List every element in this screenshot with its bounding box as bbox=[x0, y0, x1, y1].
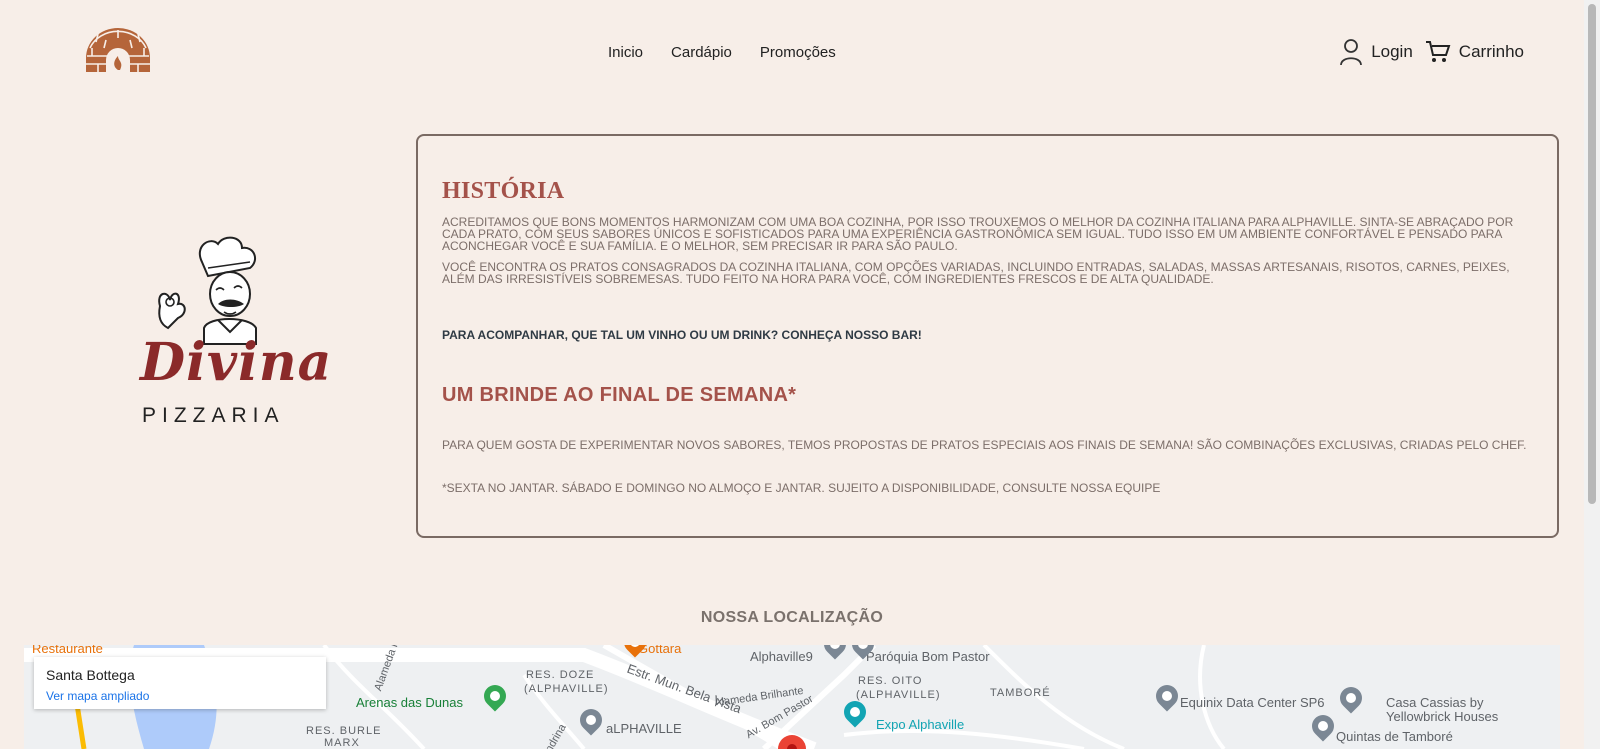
embedded-map[interactable]: Santa Bottega Ver mapa ampliado Restaura… bbox=[24, 645, 1560, 749]
weekend-paragraph: PARA QUEM GOSTA DE EXPERIMENTAR NOVOS SA… bbox=[442, 438, 1527, 452]
story-card: HISTÓRIA ACREDITAMOS QUE BONS MOMENTOS H… bbox=[416, 134, 1559, 538]
brand-logo: Divina PIZZARIA bbox=[138, 232, 331, 432]
map-label-casa-cassias-2: Yellowbrick Houses bbox=[1386, 709, 1499, 724]
login-label: Login bbox=[1371, 42, 1413, 61]
story-title: HISTÓRIA bbox=[442, 178, 565, 204]
story-paragraph-1: ACREDITAMOS QUE BONS MOMENTOS HARMONIZAM… bbox=[442, 215, 1514, 253]
brand-subtitle: PIZZARIA bbox=[142, 404, 285, 427]
cart-button[interactable]: Carrinho bbox=[1425, 40, 1524, 64]
map-label-tambore: TAMBORÉ bbox=[990, 687, 1051, 699]
nav-promocoes[interactable]: Promoções bbox=[760, 44, 836, 61]
map-label-restaurante: Restaurante bbox=[32, 645, 103, 656]
login-button[interactable]: Login bbox=[1339, 38, 1413, 66]
nav-inicio[interactable]: Inicio bbox=[608, 44, 643, 61]
map-label-res-oito: RES. OITO bbox=[858, 675, 923, 687]
map-label-res-doze-sub: (ALPHAVILLE) bbox=[524, 683, 609, 695]
map-label-res-doze: RES. DOZE bbox=[526, 669, 595, 681]
map-label-res-oito-sub: (ALPHAVILLE) bbox=[856, 689, 941, 701]
map-label-res-burle: RES. BURLE bbox=[306, 725, 382, 737]
map-label-alphaville-lower: aLPHAVILLE bbox=[606, 721, 682, 736]
user-icon bbox=[1340, 39, 1363, 66]
cart-label: Carrinho bbox=[1458, 42, 1524, 61]
page-scrollbar[interactable] bbox=[1584, 0, 1600, 749]
nav-cardapio[interactable]: Cardápio bbox=[671, 44, 732, 61]
scrollbar-thumb[interactable] bbox=[1588, 4, 1596, 504]
map-label-arenas: Arenas das Dunas bbox=[356, 695, 463, 710]
oven-logo-icon[interactable] bbox=[84, 28, 152, 74]
map-label-casa-cassias: Casa Cassias by bbox=[1386, 695, 1484, 710]
bar-cta: PARA ACOMPANHAR, QUE TAL UM VINHO OU UM … bbox=[442, 328, 922, 342]
site-header: Inicio Cardápio Promoções Login Carrinho bbox=[0, 0, 1584, 100]
story-paragraph-2: VOCÊ ENCONTRA OS PRATOS CONSAGRADOS DA C… bbox=[442, 260, 1510, 286]
cart-icon bbox=[1425, 41, 1451, 62]
map-label-paroquia: Paróquia Bom Pastor bbox=[866, 649, 990, 664]
weekend-title: UM BRINDE AO FINAL DE SEMANA* bbox=[442, 384, 797, 406]
expand-map-link[interactable]: Ver mapa ampliado bbox=[46, 689, 314, 703]
weekend-footnote: *SEXTA NO JANTAR. SÁBADO E DOMINGO NO AL… bbox=[442, 481, 1161, 495]
map-label-expo: Expo Alphaville bbox=[876, 717, 965, 732]
location-title: NOSSA LOCALIZAÇÃO bbox=[700, 609, 884, 626]
map-label-equinix: Equinix Data Center SP6 bbox=[1180, 695, 1325, 710]
main-nav: Inicio Cardápio Promoções bbox=[608, 44, 836, 61]
map-place-card: Santa Bottega Ver mapa ampliado bbox=[34, 657, 326, 709]
map-label-quintas: Quintas de Tamboré bbox=[1336, 729, 1453, 744]
place-name: Santa Bottega bbox=[46, 667, 135, 683]
brand-name: Divina bbox=[140, 332, 333, 393]
map-label-alphaville9: Alphaville9 bbox=[750, 649, 813, 664]
map-label-res-burle-2: MARX bbox=[324, 737, 360, 749]
header-actions: Login Carrinho bbox=[1339, 38, 1524, 66]
